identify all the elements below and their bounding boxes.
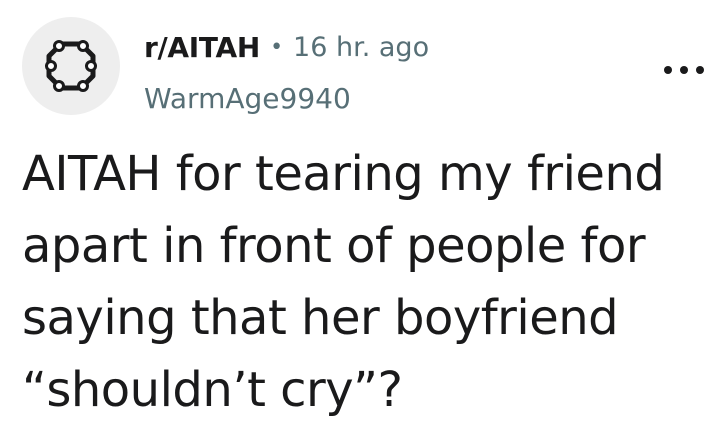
author-link[interactable]: WarmAge9940: [144, 78, 351, 118]
subreddit-avatar[interactable]: [22, 17, 120, 115]
more-options-icon-dot: [680, 66, 688, 74]
more-options-icon-dot: [696, 66, 704, 74]
subreddit-link[interactable]: r/AITAH: [144, 31, 260, 64]
post-meta: r/AITAH • 16 hr. ago: [144, 27, 429, 67]
more-options-icon: [664, 66, 672, 74]
post-timestamp: 16 hr. ago: [293, 31, 430, 63]
subreddit-avatar-icon: [45, 40, 97, 92]
post-card: r/AITAH • 16 hr. ago WarmAge9940 AITAH f…: [0, 0, 727, 433]
more-options-button[interactable]: [664, 60, 704, 80]
meta-separator: •: [270, 34, 284, 60]
post-title[interactable]: AITAH for tearing my friend apart in fro…: [22, 138, 712, 426]
